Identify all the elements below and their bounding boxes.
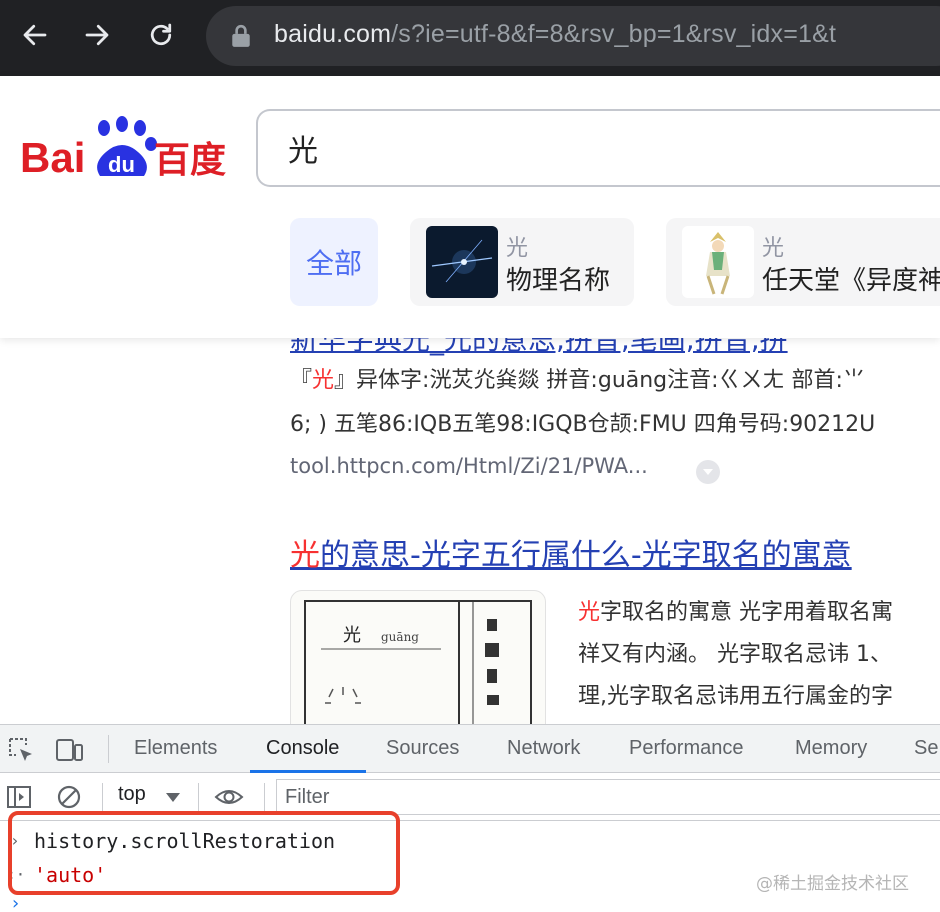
logo-bai: Bai <box>20 134 85 180</box>
lock-icon <box>232 24 250 47</box>
search-results: 新华字典光_光的意思,拼音,笔画,拼音,拼 『光』异体字:洸炗灮烡燚 拼音:gu… <box>0 338 940 724</box>
logo-du: du <box>108 152 135 177</box>
result-snippet-line2: 6; ) 五笔86:IQB五笔98:IGQB仓颉:FMU 四角号码:90212U <box>290 412 876 437</box>
filter-input[interactable] <box>285 784 685 810</box>
url-path: /s?ie=utf-8&f=8&rsv_bp=1&rsv_idx=1&t <box>391 20 837 48</box>
reload-button[interactable] <box>140 14 182 56</box>
url-text: baidu.com/s?ie=utf-8&f=8&rsv_bp=1&rsv_id… <box>274 20 836 49</box>
tab-network[interactable]: Network <box>507 737 580 760</box>
snippet-highlight: 光 <box>578 600 601 625</box>
back-arrow-icon <box>23 24 47 46</box>
baidu-logo[interactable]: Bai du 百度 <box>20 116 230 180</box>
result-snippet-line2: 祥又有内涵。 光字取名忌讳 1、 <box>578 642 892 667</box>
search-input[interactable] <box>288 125 888 171</box>
title-text: 的意思-光字五行属什么-光字取名的寓意 <box>320 538 852 573</box>
image-char: 光 <box>343 625 361 646</box>
browser-toolbar: baidu.com/s?ie=utf-8&f=8&rsv_bp=1&rsv_id… <box>0 0 940 76</box>
context-selector[interactable]: top <box>118 783 146 806</box>
forward-button[interactable] <box>76 14 118 56</box>
url-host: baidu.com <box>274 20 392 48</box>
snippet-highlight: 光 <box>312 368 335 393</box>
search-box[interactable] <box>256 109 940 187</box>
title-highlight: 光 <box>290 538 320 573</box>
tab-security-truncated[interactable]: Se <box>914 737 938 760</box>
snippet-text: 』异体字:洸炗灮烡燚 拼音:guāng注音:ㄍㄨㄤ 部首:⺌ <box>334 368 865 393</box>
clear-console-icon[interactable] <box>54 782 84 812</box>
card-keyword: 光 <box>762 236 785 261</box>
divider <box>108 735 109 763</box>
result-snippet: 『光』异体字:洸炗灮烡燚 拼音:guāng注音:ㄍㄨㄤ 部首:⺌ <box>290 362 865 394</box>
result-snippet: 光字取名的寓意 光字用着取名寓 <box>578 594 893 626</box>
divider <box>198 783 199 811</box>
reload-icon <box>150 23 172 46</box>
result-title-partial[interactable]: 新华字典光_光的意思,拼音,笔画,拼音,拼 <box>290 338 788 358</box>
tab-console[interactable]: Console <box>266 737 339 760</box>
devtools-panel: Elements Console Sources Network Perform… <box>0 724 940 912</box>
tab-all[interactable]: 全部 <box>290 218 378 306</box>
chevron-down-icon[interactable] <box>696 460 720 484</box>
result-source-url[interactable]: tool.httpcn.com/Html/Zi/21/PWA... <box>290 454 648 478</box>
sidebar-toggle-icon[interactable] <box>4 782 34 812</box>
result-title[interactable]: 光的意思-光字五行属什么-光字取名的寓意 <box>290 530 852 574</box>
eye-icon[interactable] <box>214 782 244 812</box>
forward-arrow-icon <box>85 24 109 46</box>
character-thumbnail <box>682 226 754 298</box>
tab-performance[interactable]: Performance <box>629 737 744 760</box>
snippet-text: 『 <box>290 368 313 393</box>
light-thumbnail <box>426 226 498 298</box>
result-snippet-line3: 理,光字取名忌讳用五行属金的字 <box>578 684 893 709</box>
console-prompt-icon[interactable]: › <box>10 893 21 912</box>
snippet-text: 字取名的寓意 光字用着取名寓 <box>600 600 894 625</box>
device-toolbar-icon[interactable] <box>54 735 84 765</box>
back-button[interactable] <box>14 14 56 56</box>
divider <box>102 783 103 811</box>
address-bar[interactable]: baidu.com/s?ie=utf-8&f=8&rsv_bp=1&rsv_id… <box>206 6 940 66</box>
divider <box>264 783 265 811</box>
chevron-down-icon[interactable] <box>166 793 180 802</box>
card-desc: 任天堂《异度神 <box>762 266 940 296</box>
result-image[interactable]: 光 guāng <box>290 590 546 724</box>
annotation-highlight <box>8 811 400 895</box>
card-keyword: 光 <box>506 236 529 261</box>
filter-box[interactable] <box>276 779 940 815</box>
inspect-element-icon[interactable] <box>6 735 36 765</box>
entity-card-game[interactable]: 光 任天堂《异度神 <box>666 218 940 306</box>
tab-sources[interactable]: Sources <box>386 737 459 760</box>
baidu-header: Bai du 百度 全部 光 物理名称 光 任天堂《异度神 <box>0 76 940 338</box>
card-desc: 物理名称 <box>506 266 611 296</box>
tab-elements[interactable]: Elements <box>134 737 217 760</box>
watermark: @稀土掘金技术社区 <box>756 874 909 894</box>
entity-card-physics[interactable]: 光 物理名称 <box>410 218 634 306</box>
devtools-tabbar: Elements Console Sources Network Perform… <box>0 725 940 773</box>
tab-memory[interactable]: Memory <box>795 737 867 760</box>
image-pinyin: guāng <box>381 630 419 644</box>
logo-cn: 百度 <box>154 140 226 180</box>
